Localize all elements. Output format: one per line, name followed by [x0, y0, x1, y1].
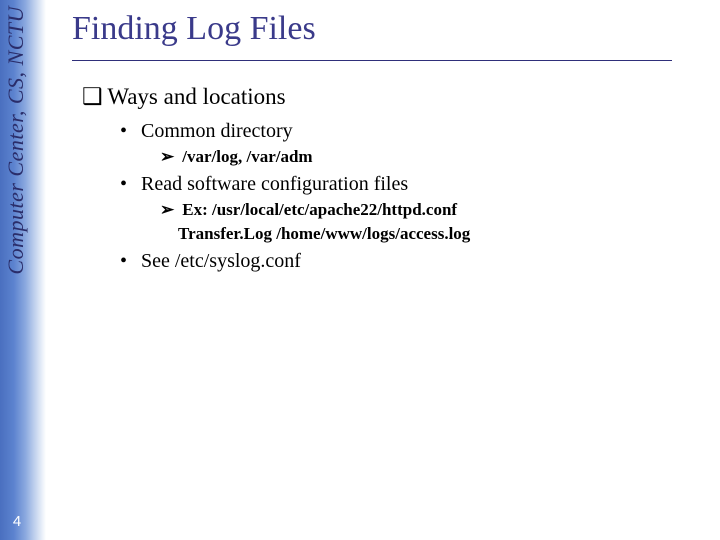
bullet-read-config-text: Read software configuration files — [141, 173, 408, 195]
bullet-common-directory-text: Common directory — [141, 120, 293, 142]
bullet-syslog-text: See /etc/syslog.conf — [141, 250, 301, 272]
bullet-transfer-log: Transfer.Log /home/www/logs/access.log — [178, 224, 700, 244]
bullet-syslog: • See /etc/syslog.conf — [120, 250, 700, 273]
slide-title: Finding Log Files — [72, 10, 700, 54]
bullet-read-config: • Read software configuration files — [120, 173, 700, 196]
bullet-apache-conf-text: Ex: /usr/local/etc/apache22/httpd.conf — [182, 200, 457, 219]
bullet-main: ❑ Ways and locations — [82, 83, 700, 110]
bullet-var-log-text: /var/log, /var/adm — [182, 147, 312, 166]
square-bullet-icon: ❑ — [82, 83, 102, 110]
slide: Computer Center, CS, NCTU 4 Finding Log … — [0, 0, 720, 540]
triangle-bullet-icon: ➢ — [160, 147, 178, 167]
bullet-transfer-log-text: Transfer.Log /home/www/logs/access.log — [178, 224, 470, 243]
dot-bullet-icon: • — [120, 173, 136, 196]
bullet-var-log: ➢ /var/log, /var/adm — [160, 147, 700, 167]
bullet-main-text: Ways and locations — [107, 84, 285, 109]
triangle-bullet-icon: ➢ — [160, 200, 178, 220]
dot-bullet-icon: • — [120, 250, 136, 273]
side-rail: Computer Center, CS, NCTU 4 — [0, 0, 46, 540]
content-area: Finding Log Files ❑ Ways and locations •… — [72, 6, 700, 277]
side-org-label: Computer Center, CS, NCTU — [3, 6, 29, 275]
page-number: 4 — [0, 513, 34, 530]
title-underline — [72, 60, 672, 61]
bullet-apache-conf: ➢ Ex: /usr/local/etc/apache22/httpd.conf — [160, 200, 700, 220]
dot-bullet-icon: • — [120, 120, 136, 143]
bullet-common-directory: • Common directory — [120, 120, 700, 143]
